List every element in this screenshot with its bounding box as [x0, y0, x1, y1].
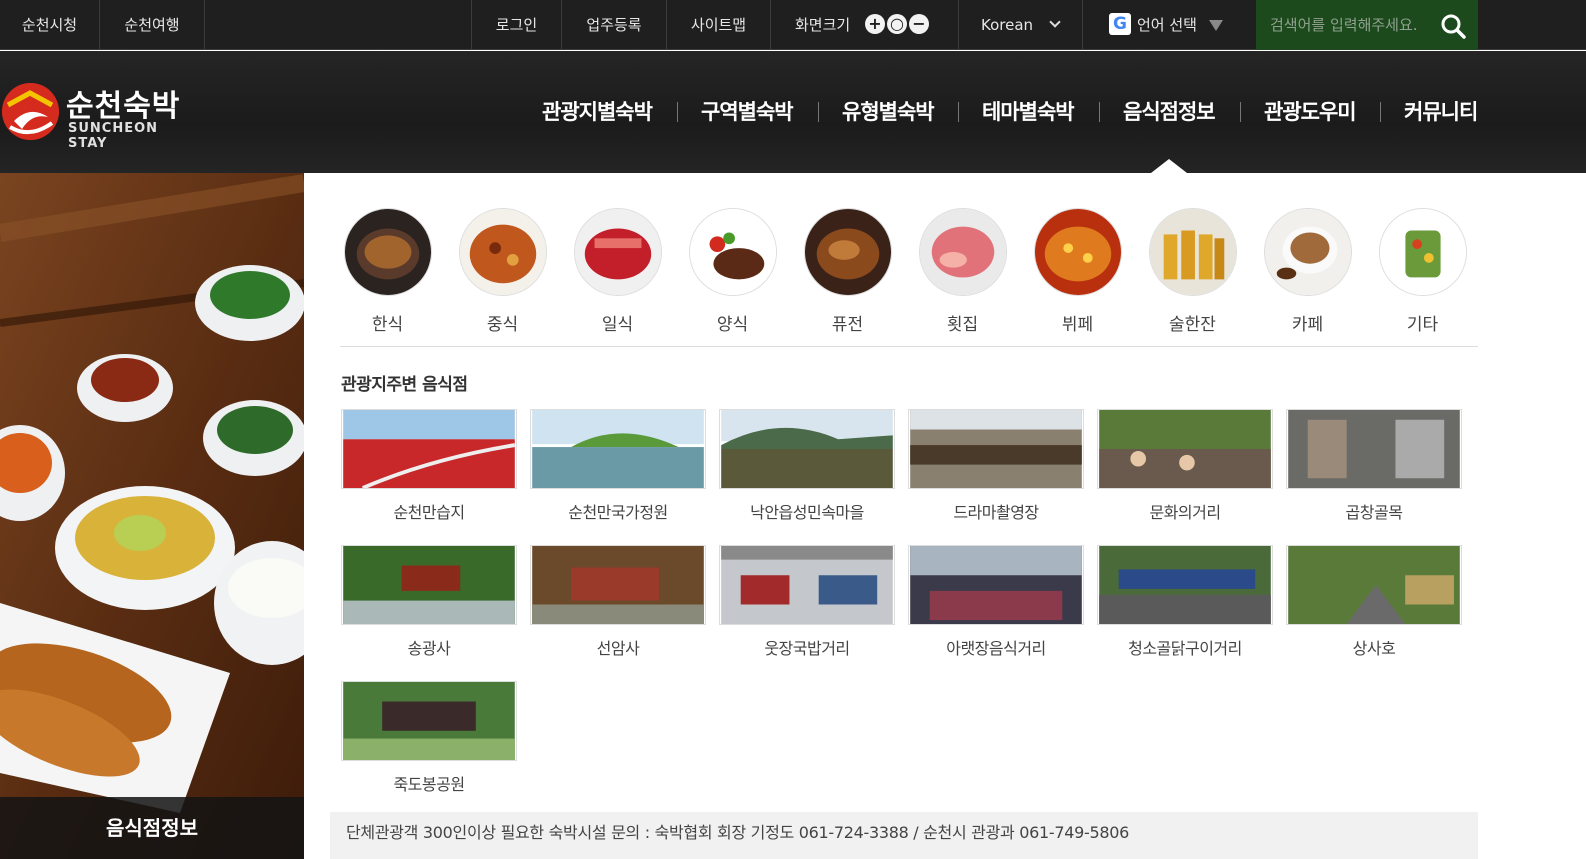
login-link[interactable]: 로그인 [471, 0, 562, 50]
site-logo[interactable]: 순천숙박 SUNCHEON STAY [2, 81, 202, 151]
translate-select[interactable]: G 언어 선택 [1083, 0, 1256, 50]
other-food-icon [1378, 208, 1467, 296]
register-link[interactable]: 업주등록 [562, 0, 667, 50]
nav-item-theme-stay[interactable]: 테마별숙박 [982, 96, 1075, 126]
chevron-down-icon [1049, 16, 1061, 28]
language-select[interactable]: Korean [959, 0, 1083, 50]
nav-item-type-stay[interactable]: 유형별숙박 [842, 96, 935, 126]
spot-card[interactable]: 순천만습지 [341, 409, 517, 523]
spot-thumbnail [908, 545, 1084, 625]
korean-food-banner-image [0, 173, 304, 859]
spot-thumbnail [1097, 409, 1273, 489]
spot-card[interactable]: 드라마촬영장 [908, 409, 1084, 523]
category-western[interactable]: 양식 [675, 208, 790, 335]
coffee-icon [1263, 208, 1352, 296]
spot-thumbnail [341, 545, 517, 625]
group-lodging-notice: 단체관광객 300인이상 필요한 숙박시설 문의 : 숙박협회 회장 기정도 0… [330, 812, 1478, 859]
category-chinese[interactable]: 중식 [445, 208, 560, 335]
dropdown-arrow-icon [1208, 20, 1223, 31]
korean-food-icon [343, 208, 432, 296]
nav-item-tourist-spot-stay[interactable]: 관광지별숙박 [542, 96, 653, 126]
translate-label: 언어 선택 [1137, 16, 1197, 34]
spot-card[interactable]: 죽도봉공원 [341, 681, 517, 795]
zoom-out-button[interactable]: − [908, 13, 929, 34]
sashimi-icon [918, 208, 1007, 296]
spot-thumbnail [1097, 545, 1273, 625]
utility-bar: 순천시청 순천여행 로그인 업주등록 사이트맵 화면크기 + ○ − Korean … [0, 0, 1586, 50]
spot-thumbnail [1286, 545, 1462, 625]
beer-icon [1148, 208, 1237, 296]
zoom-in-button[interactable]: + [864, 13, 885, 34]
spot-thumbnail [341, 409, 517, 490]
logo-korean-text: 순천숙박 [66, 89, 181, 124]
site-header: 순천숙박 SUNCHEON STAY 관광지별숙박 구역별숙박 유형별숙박 테마… [0, 51, 1586, 173]
category-etc[interactable]: 기타 [1365, 208, 1480, 335]
google-icon: G [1109, 12, 1131, 35]
zoom-control: 화면크기 + ○ − [771, 0, 959, 50]
side-banner: 음식점정보 [0, 173, 304, 859]
spot-card[interactable]: 상사호 [1286, 545, 1462, 659]
section-title: 관광지주변 음식점 [341, 375, 468, 395]
spot-card[interactable]: 청소골닭구이거리 [1097, 545, 1273, 659]
language-value: Korean [981, 16, 1034, 34]
nav-item-community[interactable]: 커뮤니티 [1404, 96, 1478, 126]
nav-item-area-stay[interactable]: 구역별숙박 [701, 96, 794, 126]
nav-separator [1380, 102, 1381, 122]
link-suncheon-city[interactable]: 순천시청 [0, 0, 100, 50]
link-suncheon-travel[interactable]: 순천여행 [100, 0, 205, 50]
buffet-icon [1033, 208, 1122, 296]
fusion-food-icon [803, 208, 892, 296]
nav-separator [958, 102, 959, 122]
nav-item-tour-helper[interactable]: 관광도우미 [1264, 96, 1357, 126]
spot-card[interactable]: 낙안읍성민속마을 [719, 409, 895, 523]
spot-card[interactable]: 아랫장음식거리 [908, 545, 1084, 659]
japanese-food-icon [573, 208, 662, 296]
category-cafe[interactable]: 카페 [1250, 208, 1365, 335]
logo-emblem-icon [2, 83, 59, 140]
category-korean[interactable]: 한식 [330, 208, 445, 335]
food-category-list: 한식 중식 일식 양식 퓨전 횟집 뷔페 술한잔 카페 기타 [330, 208, 1480, 335]
category-sashimi[interactable]: 횟집 [905, 208, 1020, 335]
spot-thumbnail [719, 545, 895, 625]
main-navigation: 관광지별숙박 구역별숙박 유형별숙박 테마별숙박 음식점정보 관광도우미 커뮤니… [530, 96, 1490, 126]
sitemap-link[interactable]: 사이트맵 [667, 0, 771, 50]
spot-thumbnail [341, 681, 517, 761]
category-drinks[interactable]: 술한잔 [1135, 208, 1250, 335]
active-nav-indicator [1151, 159, 1187, 173]
zoom-label: 화면크기 [795, 16, 851, 34]
spot-card[interactable]: 문화의거리 [1097, 409, 1273, 523]
spot-thumbnail [530, 545, 706, 625]
category-japanese[interactable]: 일식 [560, 208, 675, 335]
side-title: 음식점정보 [0, 797, 304, 859]
spot-card[interactable]: 순천만국가정원 [530, 409, 706, 523]
section-divider [340, 346, 1478, 347]
search-input[interactable] [1256, 0, 1436, 50]
nav-separator [818, 102, 819, 122]
nav-separator [1099, 102, 1100, 122]
spot-thumbnail [530, 409, 706, 489]
spot-thumbnail [719, 409, 895, 489]
logo-english-text: SUNCHEON STAY [68, 121, 159, 151]
nav-item-restaurant-info[interactable]: 음식점정보 [1123, 96, 1216, 126]
western-food-icon [688, 208, 777, 296]
chinese-food-icon [458, 208, 547, 296]
category-fusion[interactable]: 퓨전 [790, 208, 905, 335]
spot-card[interactable]: 웃장국밥거리 [719, 545, 895, 659]
spot-card[interactable]: 송광사 [341, 545, 517, 659]
search-box [1256, 0, 1478, 50]
search-icon[interactable] [1440, 13, 1466, 39]
nav-separator [1240, 102, 1241, 122]
spot-thumbnail [1286, 409, 1462, 489]
spot-thumbnail [908, 409, 1084, 489]
spot-card[interactable]: 곱창골목 [1286, 409, 1462, 523]
category-buffet[interactable]: 뷔페 [1020, 208, 1135, 335]
zoom-reset-button[interactable]: ○ [886, 13, 907, 34]
nav-separator [677, 102, 678, 122]
spot-card[interactable]: 선암사 [530, 545, 706, 659]
